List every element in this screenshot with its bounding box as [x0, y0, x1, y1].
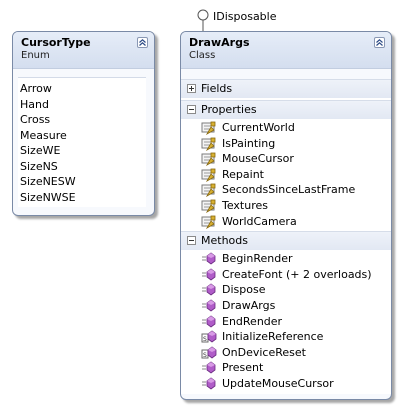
method-label: Present	[222, 361, 264, 375]
class-shape-header: DrawArgs Class	[181, 32, 391, 69]
enum-kind: Enum	[21, 50, 50, 61]
property-label: CurrentWorld	[222, 121, 295, 134]
method-icon	[202, 377, 216, 390]
section-methods[interactable]: Methods	[181, 231, 391, 251]
enum-shape-cursortype[interactable]: CursorType Enum Arrow Hand Cross Measure…	[12, 31, 155, 216]
property-label: IsPainting	[222, 136, 276, 150]
enum-member[interactable]: Hand	[18, 97, 146, 113]
method-label: OnDeviceReset	[222, 345, 306, 359]
collapse-chevron-icon[interactable]	[374, 37, 385, 48]
section-methods-label: Methods	[201, 234, 248, 248]
method-item[interactable]: S InitializeReference	[181, 329, 391, 345]
static-method-icon: S	[201, 346, 217, 359]
collapse-minus-icon[interactable]	[187, 105, 196, 114]
section-fields[interactable]: Fields	[181, 79, 391, 98]
property-item[interactable]: Repaint	[181, 167, 391, 183]
svg-text:S: S	[203, 336, 207, 343]
method-item[interactable]: S OnDeviceReset	[181, 345, 391, 361]
property-label: MouseCursor	[222, 152, 294, 166]
section-properties-label: Properties	[201, 103, 257, 116]
method-icon	[202, 252, 216, 265]
method-label: DrawArgs	[222, 298, 276, 312]
enum-member[interactable]: SizeNESW	[18, 174, 146, 190]
property-icon	[201, 168, 216, 182]
method-item[interactable]: UpdateMouseCursor	[181, 376, 391, 392]
method-icon	[202, 268, 216, 281]
method-item[interactable]: BeginRender	[181, 251, 391, 267]
property-label: SecondsSinceLastFrame	[222, 183, 356, 197]
section-properties[interactable]: Properties	[181, 100, 391, 119]
collapse-chevron-icon[interactable]	[137, 37, 148, 48]
method-label: UpdateMouseCursor	[222, 376, 334, 390]
method-icon	[202, 315, 216, 328]
property-label: Repaint	[222, 167, 264, 181]
method-label: BeginRender	[222, 252, 293, 266]
svg-text:S: S	[203, 352, 207, 359]
expand-plus-icon[interactable]	[187, 84, 196, 93]
method-item[interactable]: EndRender	[181, 314, 391, 330]
method-item[interactable]: CreateFont (+ 2 overloads)	[181, 267, 391, 283]
class-name: DrawArgs	[189, 36, 250, 49]
class-shape-drawargs[interactable]: DrawArgs Class Fields Properties Current…	[180, 31, 392, 400]
property-icon	[201, 215, 216, 229]
method-item[interactable]: DrawArgs	[181, 298, 391, 314]
method-label: Dispose	[222, 283, 266, 297]
enum-member[interactable]: Arrow	[18, 81, 146, 97]
enum-name: CursorType	[21, 36, 91, 49]
method-item[interactable]: Present	[181, 360, 391, 376]
enum-member[interactable]: Cross	[18, 112, 146, 128]
enum-member-list: Arrow Hand Cross Measure SizeWE SizeNS S…	[18, 77, 146, 207]
class-kind: Class	[189, 50, 216, 61]
method-list: BeginRender CreateFont (+ 2 overloads) Dis…	[181, 250, 391, 394]
property-item[interactable]: WorldCamera	[181, 214, 391, 230]
property-icon	[201, 121, 216, 135]
interface-label: IDisposable	[213, 10, 277, 23]
property-list: CurrentWorld IsPainting MouseCursor Repaint…	[181, 119, 391, 232]
method-label: CreateFont (+ 2 overloads)	[222, 267, 372, 281]
method-icon	[202, 361, 216, 374]
section-fields-label: Fields	[201, 82, 233, 95]
enum-shape-header: CursorType Enum	[13, 32, 154, 69]
property-item[interactable]: IsPainting	[181, 136, 391, 152]
method-label: InitializeReference	[222, 330, 324, 344]
property-item[interactable]: MouseCursor	[181, 151, 391, 167]
property-icon	[201, 137, 216, 151]
enum-member[interactable]: SizeWE	[18, 143, 146, 159]
property-icon	[201, 199, 216, 213]
static-method-icon: S	[201, 330, 217, 343]
property-item[interactable]: SecondsSinceLastFrame	[181, 182, 391, 198]
method-icon	[202, 283, 216, 296]
enum-member[interactable]: Measure	[18, 128, 146, 144]
property-label: WorldCamera	[222, 214, 297, 228]
enum-member[interactable]: SizeNWSE	[18, 190, 146, 206]
property-label: Textures	[222, 198, 268, 212]
method-item[interactable]: Dispose	[181, 282, 391, 298]
collapse-minus-icon[interactable]	[187, 236, 196, 246]
property-item[interactable]: Textures	[181, 198, 391, 214]
enum-member[interactable]: SizeNS	[18, 159, 146, 175]
property-item[interactable]: CurrentWorld	[181, 120, 391, 136]
method-icon	[202, 299, 216, 312]
method-label: EndRender	[222, 314, 283, 328]
property-icon	[201, 183, 216, 198]
property-icon	[201, 152, 216, 167]
